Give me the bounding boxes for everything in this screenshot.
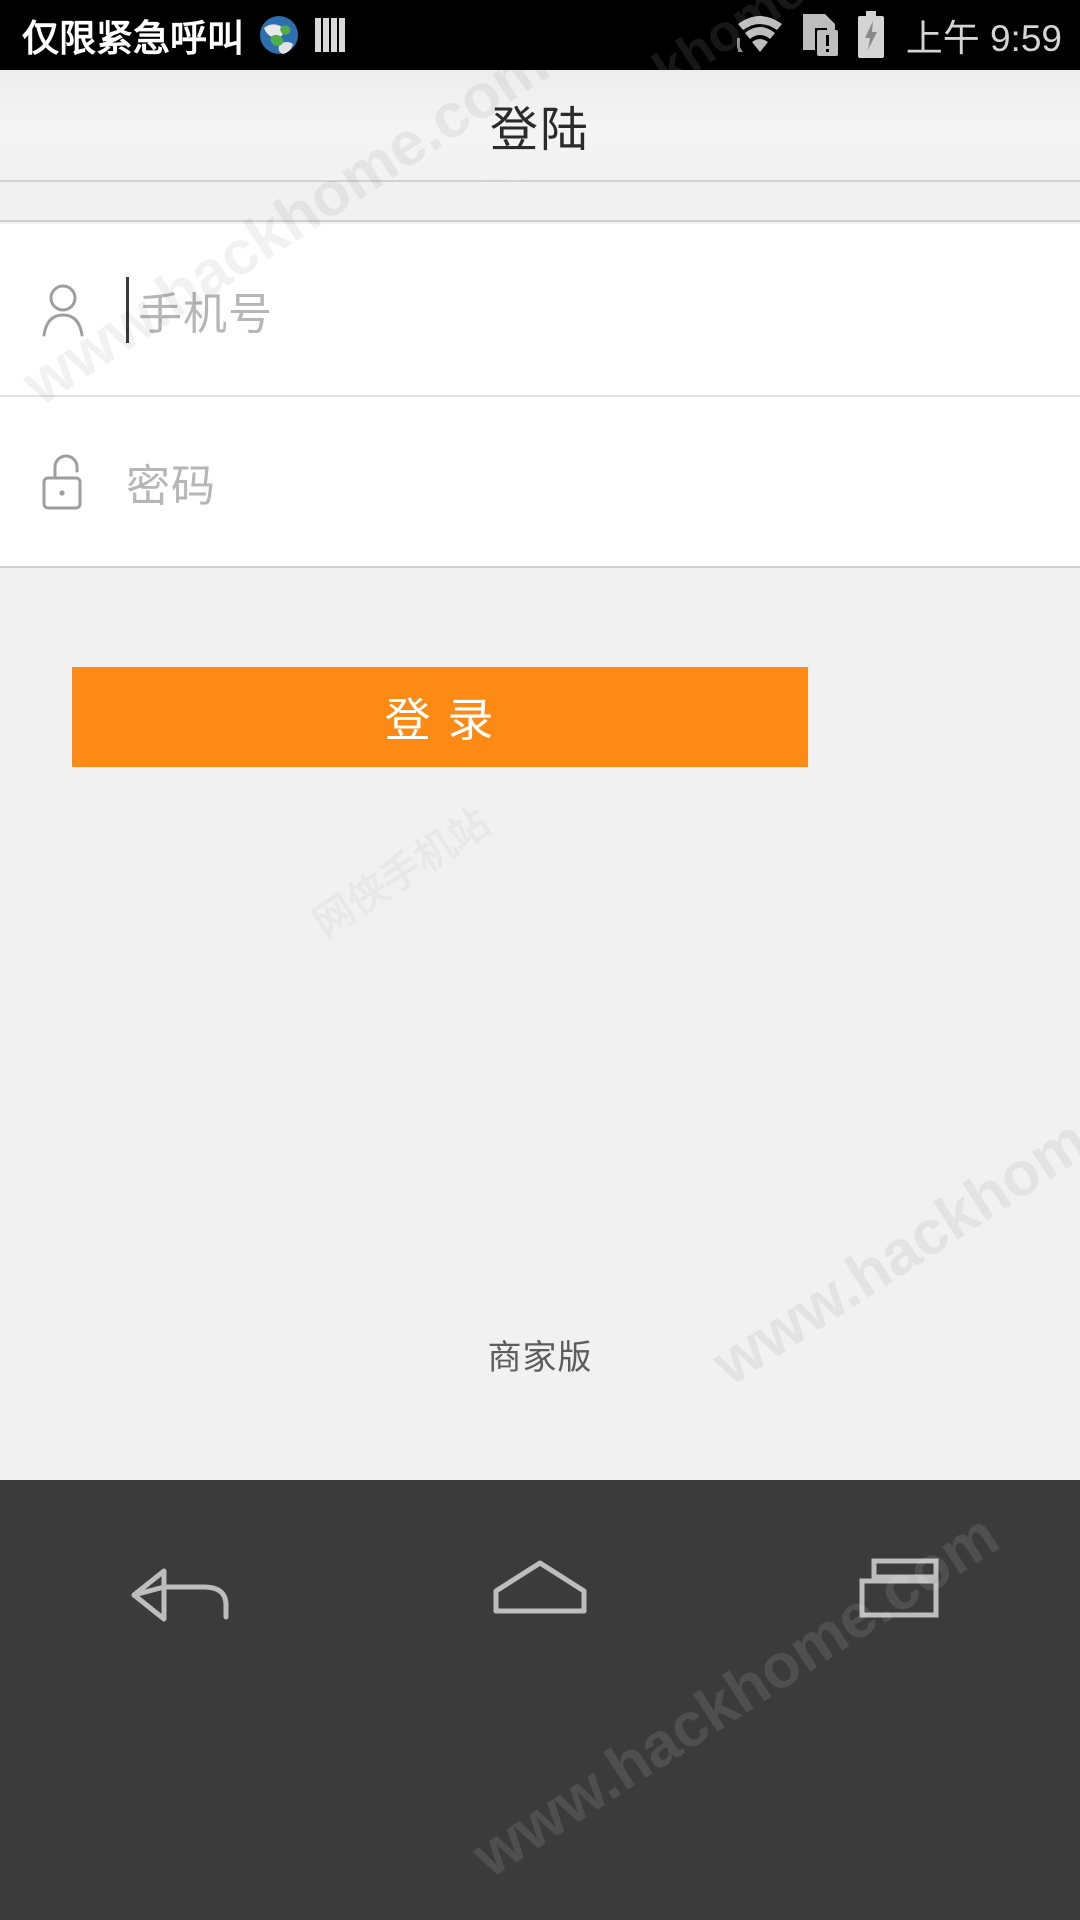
status-bar: 仅限紧急呼叫 上午 9:59	[0, 0, 1080, 70]
person-icon	[36, 279, 98, 341]
recents-button[interactable]	[800, 1532, 1000, 1642]
home-icon	[480, 1547, 600, 1627]
recent-apps-icon	[840, 1547, 960, 1627]
phone-screen: 仅限紧急呼叫 上午 9:59 登陆 手机号 密码 登 录 商家版 www.hac…	[0, 0, 1080, 1920]
status-bar-right: 上午 9:59	[736, 8, 1062, 62]
status-bar-left: 仅限紧急呼叫	[22, 8, 350, 62]
wifi-icon	[736, 14, 784, 56]
edition-label: 商家版	[487, 1339, 593, 1377]
battery-charging-icon	[856, 11, 886, 59]
password-placeholder: 密码	[126, 461, 216, 511]
text-caret	[126, 276, 129, 343]
signal-bars-icon	[314, 14, 350, 56]
login-form: 手机号 密码	[0, 224, 1080, 568]
phone-field-row[interactable]: 手机号	[0, 224, 1080, 395]
title-divider-band	[0, 184, 1080, 222]
password-input[interactable]: 密码	[126, 397, 1080, 566]
watermark-center: 网侠手机站	[300, 791, 499, 949]
carrier-label: 仅限紧急呼叫	[22, 18, 244, 59]
sim-card-warning-icon	[800, 12, 840, 58]
login-button-label: 登 录	[384, 694, 496, 746]
system-navigation-bar	[0, 1480, 1080, 1920]
phone-placeholder: 手机号	[138, 289, 273, 339]
login-button[interactable]: 登 录	[72, 667, 808, 767]
page-title: 登陆	[489, 104, 590, 157]
title-bar: 登陆	[0, 70, 1080, 182]
globe-icon	[258, 14, 300, 56]
phone-input[interactable]: 手机号	[126, 224, 1080, 395]
back-arrow-icon	[120, 1547, 240, 1627]
back-button[interactable]	[80, 1532, 280, 1642]
password-field-row[interactable]: 密码	[0, 395, 1080, 566]
clock-label: 上午 9:59	[905, 18, 1062, 59]
lock-open-icon	[36, 451, 98, 513]
home-button[interactable]	[440, 1532, 640, 1642]
